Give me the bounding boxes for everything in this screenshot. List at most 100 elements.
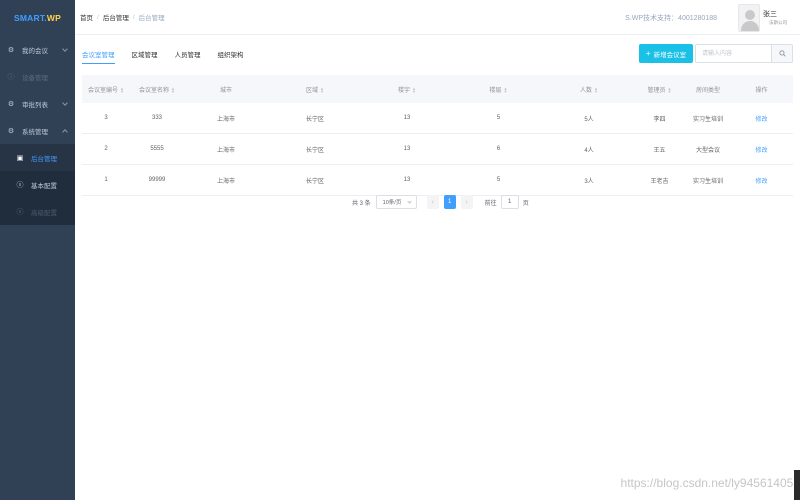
sidebar-item-label: 后台管理 <box>31 155 57 163</box>
logo-text-part1: SMART. <box>14 13 47 23</box>
sidebar-item-label: 高级配置 <box>31 209 57 217</box>
file-icon: ▣ <box>16 154 24 162</box>
sort-icon: ▲ ▼ <box>320 85 324 94</box>
sidebar-item-label: 系统管理 <box>22 128 48 136</box>
tab-organization[interactable]: 组织架构 <box>218 49 244 64</box>
pagination: 共 3 条 10条/页 ‹ 1 › 前往 1 页 <box>352 195 529 209</box>
sidebar-subitem-backend[interactable]: ▣ 后台管理 <box>0 144 75 171</box>
sidebar-item-approvals[interactable]: ⚙ 审批列表 <box>0 90 75 117</box>
column-header-room-id[interactable]: 会议室编号 ▲ ▼ <box>82 85 130 94</box>
page-number-current[interactable]: 1 <box>443 195 456 209</box>
column-header-floor[interactable]: 楼层 ▲ ▼ <box>452 85 545 94</box>
chevron-down-icon <box>62 99 68 106</box>
avatar[interactable] <box>738 4 760 32</box>
cell-capacity: 3人 <box>584 178 594 185</box>
cell-floor: 5 <box>496 177 501 183</box>
tab-areas[interactable]: 区域管理 <box>132 49 158 64</box>
cell-room-name: 5555 <box>150 146 164 152</box>
column-header-label: 会议室编号 <box>88 87 119 94</box>
sidebar-subitem-basic-config[interactable]: ⓢ 基本配置 <box>0 171 75 198</box>
edit-link[interactable]: 修改 <box>755 179 767 185</box>
meeting-room-table: 会议室编号 ▲ ▼ 会议室名称 ▲ ▼ 城市 区域 ▲ ▼ 楼宇 ▲ ▼ 楼层 ▲ ▼ 人数 ▲ ▼ 管… <box>82 75 793 196</box>
column-header-building[interactable]: 楼宇 ▲ ▼ <box>362 85 452 94</box>
breadcrumb-home[interactable]: 首页 <box>80 12 93 22</box>
sidebar-item-my-meetings[interactable]: ⚙ 我的会议 <box>0 36 75 63</box>
page-unit-label: 页 <box>522 200 529 207</box>
user-org: 法斯公司 <box>769 20 787 25</box>
window-edge-tab <box>794 470 800 500</box>
user-name[interactable]: 张三 <box>763 9 777 19</box>
chevron-down-icon <box>62 45 68 52</box>
page-size-value: 10条/页 <box>382 200 402 206</box>
sidebar: SMART. WP ⚙ 我的会议 ⓘ 设备管理 ⚙ 审批列表 ⚙ 系统管理 ▣ 后… <box>0 0 75 500</box>
table-header: 会议室编号 ▲ ▼ 会议室名称 ▲ ▼ 城市 区域 ▲ ▼ 楼宇 ▲ ▼ 楼层 ▲ ▼ 人数 ▲ ▼ 管… <box>82 75 793 103</box>
goto-label: 前往 <box>484 200 497 207</box>
goto-page-input[interactable]: 1 <box>500 195 519 209</box>
table-row: 1 99999 上海市 长宁区 13 5 3人 王老吉 实习生培训 修改 <box>82 165 793 196</box>
cell-actions: 修改 <box>730 145 793 154</box>
avatar-head-shape <box>745 10 755 20</box>
cell-city: 上海市 <box>216 147 235 154</box>
edit-link[interactable]: 修改 <box>755 117 767 123</box>
column-header-label: 管理员 <box>647 87 666 94</box>
cell-room-type: 实习生培训 <box>692 178 723 185</box>
cell-room-name: 99999 <box>148 177 166 183</box>
cell-room-type: 实习生培训 <box>692 116 723 123</box>
search-input[interactable] <box>696 45 771 62</box>
search-button[interactable] <box>771 45 792 62</box>
edit-link[interactable]: 修改 <box>755 148 767 154</box>
sort-icon: ▲ ▼ <box>412 85 416 94</box>
page-size-select[interactable]: 10条/页 <box>375 195 417 209</box>
breadcrumb-separator: / <box>132 13 135 21</box>
cell-room-id: 2 <box>104 146 108 152</box>
chevron-right-icon: › <box>465 198 468 206</box>
column-header-room-name[interactable]: 会议室名称 ▲ ▼ <box>130 85 184 94</box>
add-meeting-room-label: 新增会议室 <box>653 51 687 59</box>
column-header-label: 会议室名称 <box>139 87 170 94</box>
sidebar-item-label: 我的会议 <box>22 47 48 55</box>
column-header-capacity[interactable]: 人数 ▲ ▼ <box>545 85 633 94</box>
watermark: https://blog.csdn.net/ly945614051 <box>620 476 800 490</box>
cell-floor: 6 <box>496 146 501 152</box>
column-header-room-type: 房间类型 <box>695 87 720 94</box>
search-box <box>695 44 793 63</box>
column-header-label: 人数 <box>580 87 593 94</box>
sidebar-item-label: 基本配置 <box>31 182 57 190</box>
cell-capacity: 4人 <box>584 147 594 154</box>
sort-icon: ▲ ▼ <box>667 85 672 94</box>
column-header-label: 楼宇 <box>398 87 411 94</box>
cell-district: 长宁区 <box>305 116 324 123</box>
logo[interactable]: SMART. WP <box>0 0 75 36</box>
main-content: 会议室管理 区域管理 人员管理 组织架构 + 新增会议室 会议室编号▲▼ 会议室… <box>75 35 800 500</box>
tab-bar: 会议室管理 区域管理 人员管理 组织架构 <box>82 49 261 64</box>
cell-room-type: 大型会议 <box>695 147 720 154</box>
plus-icon: + <box>645 49 651 58</box>
prev-page-button[interactable]: ‹ <box>426 195 439 209</box>
cell-room-id: 3 <box>104 115 108 121</box>
breadcrumb-level1[interactable]: 后台管理 <box>103 12 129 22</box>
cell-city: 上海市 <box>216 116 235 123</box>
next-page-button[interactable]: › <box>460 195 473 209</box>
sort-icon: ▲ ▼ <box>120 85 124 94</box>
gear-icon: ⚙ <box>7 100 15 108</box>
info-icon: ⓢ <box>16 181 24 189</box>
chevron-left-icon: ‹ <box>431 198 434 206</box>
column-header-city: 城市 <box>219 87 232 94</box>
pagination-total: 共 3 条 <box>352 200 371 207</box>
tab-meeting-rooms[interactable]: 会议室管理 <box>82 49 115 64</box>
cell-actions: 修改 <box>730 176 793 185</box>
add-meeting-room-button[interactable]: + 新增会议室 <box>639 44 693 63</box>
tab-personnel[interactable]: 人员管理 <box>175 49 201 64</box>
column-header-district[interactable]: 区域 ▲ ▼ <box>268 85 362 94</box>
sidebar-item-devices: ⓘ 设备管理 <box>0 63 75 90</box>
cell-city: 上海市 <box>216 178 235 185</box>
sidebar-item-system[interactable]: ⚙ 系统管理 <box>0 117 75 144</box>
sort-icon: ▲ ▼ <box>503 85 508 94</box>
column-header-admin[interactable]: 管理员 ▲ ▼ <box>633 85 686 94</box>
table-row: 3 333 上海市 长宁区 13 5 5人 李四 实习生培训 修改 <box>82 103 793 134</box>
cell-room-id: 1 <box>104 177 108 183</box>
sidebar-item-label: 审批列表 <box>22 101 48 109</box>
avatar-body-shape <box>741 21 759 31</box>
sort-icon: ▲ ▼ <box>171 85 175 94</box>
top-bar: 首页 / 后台管理 / 后台管理 S.WP技术支持：4001280188 张三 … <box>75 0 800 35</box>
